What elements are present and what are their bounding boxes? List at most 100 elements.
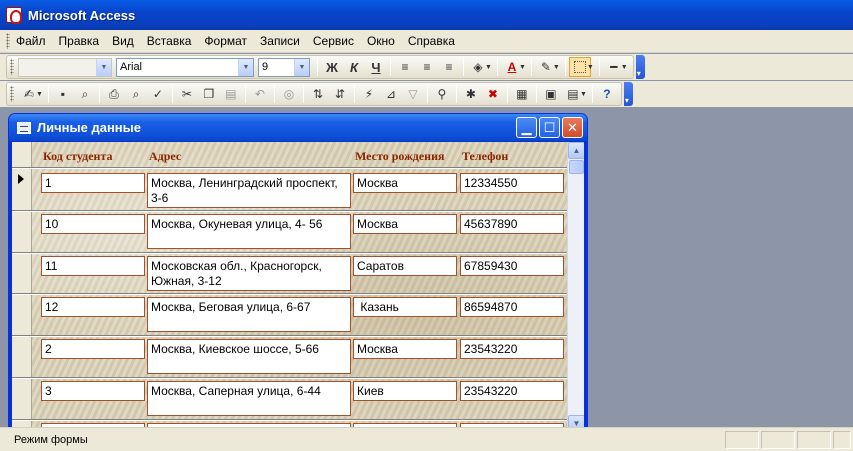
birthplace-field[interactable]: Киев [353,381,457,401]
maximize-icon: ☐ [543,119,556,135]
address-field[interactable]: Московская обл., Красногорск, Южная, 3-1… [147,256,351,291]
file-search-icon[interactable]: ⌕ [74,84,96,104]
birthplace-field[interactable]: Саратов [353,256,457,276]
formatting-band: ▼ Arial ▼ 9 ▼ Ж К Ч ≡ ≡ ≡ ◈ ▼ A ▼ ✎ ▼ ▼ ━ ▼ [6,55,634,79]
menu-window[interactable]: Окно [367,34,395,48]
chevron-down-icon[interactable]: ▼ [587,64,594,71]
print-icon[interactable]: ⎙ [103,84,125,104]
help-icon[interactable]: ? [596,84,618,104]
address-field[interactable]: Москва, Саперная улица, 6-44 [147,381,351,416]
app-title: Microsoft Access [28,7,136,23]
toolbar-separator [598,58,600,76]
undo-icon[interactable]: ↶ [249,84,271,104]
font-size-combo[interactable]: 9 ▼ [258,57,310,77]
student-code-field[interactable]: 12 [41,297,145,317]
chevron-down-icon[interactable]: ▼ [36,91,43,98]
delete-record-icon[interactable]: ✖ [482,84,504,104]
toolbar-separator [496,58,498,76]
menu-help[interactable]: Справка [408,34,455,48]
phone-field[interactable]: 45637890 [460,214,564,234]
menu-edit[interactable]: Правка [59,34,100,48]
birthplace-field[interactable]: Москва [353,214,457,234]
filter-by-selection-icon[interactable]: ⚡ [358,84,380,104]
birthplace-field[interactable]: Москва [353,339,457,359]
scroll-thumb[interactable] [569,160,584,174]
copy-icon[interactable]: ❐ [198,84,220,104]
phone-field[interactable]: 12334550 [460,173,564,193]
spelling-icon[interactable]: ✓ [147,84,169,104]
vertical-scrollbar[interactable]: ▲ ▼ [567,142,584,432]
align-left-icon[interactable]: ≡ [394,57,416,77]
apply-filter-icon[interactable]: ▽ [402,84,424,104]
bold-button[interactable]: Ж [321,57,343,77]
address-field[interactable]: Москва, Киевское шоссе, 5-66 [147,339,351,374]
student-code-field[interactable]: 11 [41,256,145,276]
close-button[interactable]: ✕ [562,117,583,138]
print-preview-icon[interactable]: ⌕ [125,84,147,104]
toolbar-grip[interactable] [10,59,14,75]
toolbar-options-icon[interactable] [623,82,633,106]
cut-icon[interactable]: ✂ [176,84,198,104]
birthplace-field[interactable]: Москва [353,173,457,193]
menu-view[interactable]: Вид [112,34,134,48]
hyperlink-icon[interactable]: ◎ [278,84,300,104]
form-view-toolbar: ✍ ▼ ▪ ⌕ ⎙ ⌕ ✓ ✂ ❐ ▤ ↶ ◎ ⇅ ⇵ ⚡ ⊿ ▽ ⚲ ✱ ✖ ▦… [0,81,853,107]
menu-insert[interactable]: Вставка [147,34,192,48]
filter-by-form-icon[interactable]: ⊿ [380,84,402,104]
menubar-grip[interactable] [6,33,10,49]
form-title-bar[interactable]: Личные данные ▁ ☐ ✕ [9,114,587,141]
italic-button[interactable]: К [343,57,365,77]
status-panel [725,430,759,449]
menu-tools[interactable]: Сервис [313,34,354,48]
form-icon[interactable] [17,121,31,134]
chevron-down-icon[interactable]: ▼ [238,58,253,76]
underline-button[interactable]: Ч [365,57,387,77]
menu-file[interactable]: Файл [16,34,46,48]
sort-ascending-icon[interactable]: ⇅ [307,84,329,104]
phone-field[interactable]: 67859430 [460,256,564,276]
header-address: Адрес [149,149,182,163]
student-code-field[interactable]: 2 [41,339,145,359]
address-field[interactable]: Москва, Ленинградский проспект, 3-6 [147,173,351,208]
phone-field[interactable]: 23543220 [460,339,564,359]
header-birthplace: Место рождения [355,149,445,163]
align-right-icon[interactable]: ≡ [438,57,460,77]
chevron-down-icon[interactable]: ▼ [96,58,111,76]
object-combo[interactable]: ▼ [18,57,112,77]
student-code-field[interactable]: 1 [41,173,145,193]
phone-field[interactable]: 23543220 [460,381,564,401]
align-center-icon[interactable]: ≡ [416,57,438,77]
minimize-button[interactable]: ▁ [516,117,537,138]
toolbar-grip[interactable] [10,86,14,102]
phone-field[interactable]: 86594870 [460,297,564,317]
chevron-down-icon[interactable]: ▼ [294,58,309,76]
status-text: Режим формы [14,433,88,446]
find-icon[interactable]: ⚲ [431,84,453,104]
chevron-down-icon[interactable]: ▼ [553,64,560,71]
menu-records[interactable]: Записи [260,34,300,48]
font-name-combo[interactable]: Arial ▼ [116,57,254,77]
record-separator [12,252,568,254]
scroll-up-button[interactable]: ▲ [568,142,584,159]
database-window-icon[interactable]: ▣ [540,84,562,104]
toolbar-options-icon[interactable] [635,55,645,79]
formatting-toolbar: ▼ Arial ▼ 9 ▼ Ж К Ч ≡ ≡ ≡ ◈ ▼ A ▼ ✎ ▼ ▼ ━ ▼ [0,54,853,80]
new-record-icon[interactable]: ✱ [460,84,482,104]
chevron-down-icon[interactable]: ▼ [580,91,587,98]
paste-icon[interactable]: ▤ [220,84,242,104]
chevron-down-icon[interactable]: ▼ [519,64,526,71]
access-app-icon[interactable] [6,7,22,24]
save-icon[interactable]: ▪ [52,84,74,104]
birthplace-field[interactable]: Казань [353,297,457,317]
status-panel [761,430,795,449]
student-code-field[interactable]: 10 [41,214,145,234]
menu-format[interactable]: Формат [204,34,247,48]
maximize-button[interactable]: ☐ [539,117,560,138]
student-code-field[interactable]: 3 [41,381,145,401]
properties-icon[interactable]: ▦ [511,84,533,104]
sort-descending-icon[interactable]: ⇵ [329,84,351,104]
chevron-down-icon[interactable]: ▼ [621,64,628,71]
address-field[interactable]: Москва, Беговая улица, 6-67 [147,297,351,332]
chevron-down-icon[interactable]: ▼ [485,64,492,71]
address-field[interactable]: Москва, Окуневая улица, 4- 56 [147,214,351,249]
